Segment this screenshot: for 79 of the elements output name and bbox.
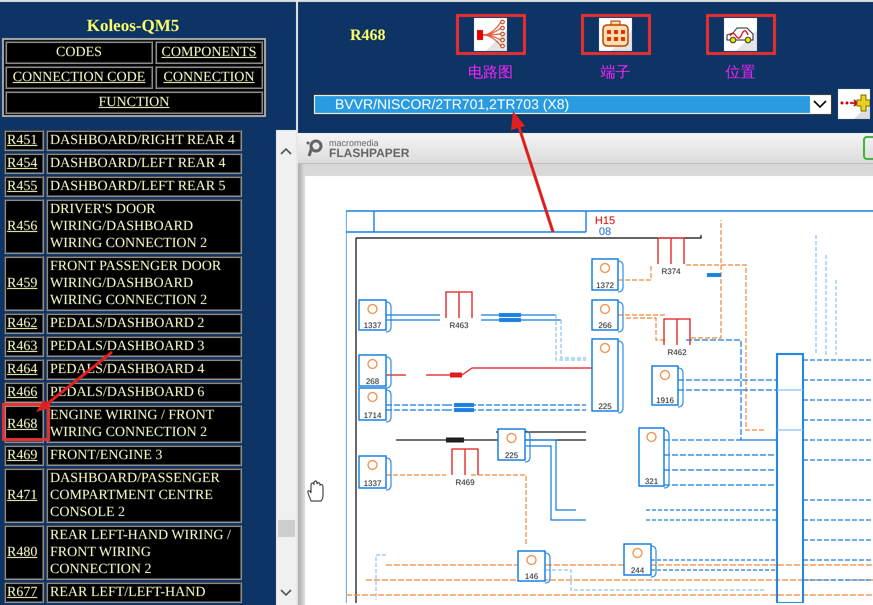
code-link[interactable]: R456 xyxy=(4,199,44,254)
code-link[interactable]: R463 xyxy=(4,336,44,357)
code-link[interactable]: R466 xyxy=(4,382,44,403)
view-label[interactable]: 端子 xyxy=(600,63,630,82)
connector-code: R468 xyxy=(349,26,387,46)
component-label: 1372 xyxy=(596,281,614,290)
module-symbol xyxy=(591,258,624,292)
description-cell: PEDALS/DASHBOARD 2 xyxy=(46,313,242,334)
nav-link[interactable]: FUNCTION xyxy=(5,91,263,114)
brand-text: macromedia xyxy=(329,138,380,148)
wiring-harness-icon[interactable] xyxy=(474,18,507,51)
code-link[interactable]: R459 xyxy=(4,256,44,311)
module-symbol xyxy=(623,543,656,578)
car-icon[interactable] xyxy=(724,18,757,51)
module-symbol xyxy=(358,455,392,490)
description-cell: PEDALS/DASHBOARD 3 xyxy=(46,336,242,357)
module-symbol xyxy=(638,427,670,488)
nav-link[interactable]: COMPONENTS xyxy=(155,41,263,64)
nav-link[interactable]: CONNECTION xyxy=(155,66,263,89)
code-link[interactable]: R454 xyxy=(4,153,44,174)
page-number: 08 xyxy=(598,226,612,238)
sheet-code: H15 xyxy=(594,215,616,227)
component-label: 225 xyxy=(598,402,612,411)
module-symbol xyxy=(358,354,392,388)
component-label: R463 xyxy=(449,321,469,330)
component-label: 1714 xyxy=(364,411,382,420)
component-label: 1916 xyxy=(656,396,674,405)
component-label: R374 xyxy=(661,267,681,276)
selected-value: BVVR/NISCOR/2TR701,2TR703 (X8) xyxy=(315,96,810,112)
scrollbar-thumb[interactable] xyxy=(278,520,294,537)
product-text: FLASHPAPER xyxy=(329,148,410,158)
description-cell: ENGINE WIRING / FRONT WIRING CONNECTION 2 xyxy=(46,405,242,443)
nav-link[interactable]: CODES xyxy=(5,41,153,64)
component-label: R469 xyxy=(455,478,475,487)
connector-symbol xyxy=(657,237,685,265)
code-link[interactable]: R677 xyxy=(4,582,44,603)
connector-icon[interactable] xyxy=(599,18,632,51)
code-link[interactable]: R462 xyxy=(4,313,44,334)
description-cell: DASHBOARD/RIGHT REAR 4 xyxy=(46,130,242,151)
module-symbol xyxy=(497,428,530,462)
scrollbar[interactable] xyxy=(276,130,296,605)
description-cell: DASHBOARD/LEFT REAR 4 xyxy=(46,153,242,174)
module-symbol xyxy=(651,365,684,408)
nav-link[interactable]: CONNECTION CODE xyxy=(5,66,153,89)
chevron-down-icon xyxy=(813,100,827,108)
component-label: 268 xyxy=(366,377,380,386)
code-link[interactable]: R455 xyxy=(4,176,44,197)
code-link[interactable]: R480 xyxy=(4,525,44,580)
component-label: 266 xyxy=(598,321,612,330)
description-cell: REAR LEFT-HAND WIRING / FRONT WIRING CONNECTION 2 xyxy=(46,525,242,580)
component-label: 225 xyxy=(504,451,518,460)
connector-symbol xyxy=(663,318,691,346)
code-link[interactable]: R451 xyxy=(4,130,44,151)
description-cell: DASHBOARD/LEFT REAR 5 xyxy=(46,176,242,197)
description-cell: DRIVER'S DOOR WIRING/DASHBOARD WIRING CONNECTION 2 xyxy=(46,199,242,254)
component-label: 244 xyxy=(630,566,644,575)
code-link[interactable]: R464 xyxy=(4,359,44,380)
component-label: 146 xyxy=(524,572,538,581)
scroll-down-icon[interactable] xyxy=(280,589,292,597)
view-label[interactable]: 电路图 xyxy=(468,63,513,82)
view-label[interactable]: 位置 xyxy=(726,63,756,82)
scroll-up-icon[interactable] xyxy=(280,147,292,155)
connector-symbol xyxy=(451,448,479,476)
module-symbol xyxy=(358,299,392,332)
component-label: 1337 xyxy=(364,479,382,488)
description-cell: FRONT PASSENGER DOOR WIRING/DASHBOARD WIRING CONNECTION 2 xyxy=(46,256,242,311)
connector-symbol xyxy=(445,291,473,319)
sidebar-title: Koleos-QM5 xyxy=(86,16,180,36)
description-cell: FRONT/ENGINE 3 xyxy=(46,445,242,466)
module-symbol xyxy=(591,299,624,332)
module-symbol xyxy=(517,550,550,584)
component-label: 321 xyxy=(644,477,658,486)
description-cell: DASHBOARD/PASSENGER COMPARTMENT CENTRE CONSOLE 2 xyxy=(46,468,242,523)
description-cell: REAR LEFT/LEFT-HAND xyxy=(46,582,242,603)
component-label: 1337 xyxy=(364,321,382,330)
component-label: R462 xyxy=(667,348,687,357)
code-link[interactable]: R471 xyxy=(4,468,44,523)
code-link[interactable]: R469 xyxy=(4,445,44,466)
module-symbol xyxy=(358,387,392,422)
